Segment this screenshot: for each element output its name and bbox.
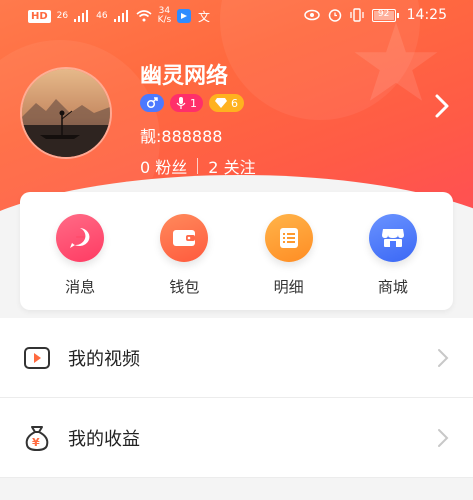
eye-icon <box>303 9 320 21</box>
stats-row: 0 粉丝 2 关注 <box>140 154 256 178</box>
wifi-icon <box>136 10 152 22</box>
chevron-right-icon <box>438 428 449 447</box>
diamond-icon <box>215 98 227 108</box>
battery-indicator: 92 <box>371 8 399 22</box>
video-icon <box>24 346 50 369</box>
action-detail[interactable]: 明细 <box>237 192 341 310</box>
pretty-id: 靓:888888 <box>140 127 223 146</box>
menu-list: 我的视频 ¥ 我的收益 <box>0 318 473 478</box>
shop-icon <box>368 214 417 262</box>
menu-item-my-videos[interactable]: 我的视频 <box>0 318 473 398</box>
username: 幽灵网络 <box>140 64 229 89</box>
stats-divider <box>197 158 199 174</box>
menu-item-my-earnings[interactable]: ¥ 我的收益 <box>0 398 473 478</box>
signal-icon <box>74 10 89 22</box>
male-icon <box>146 97 158 109</box>
svg-text:¥: ¥ <box>32 436 40 449</box>
app-notification-icon <box>177 9 192 23</box>
level-badge: 1 <box>170 94 203 112</box>
avatar-image <box>22 69 110 157</box>
detail-icon <box>264 214 313 262</box>
money-bag-icon: ¥ <box>25 425 49 451</box>
svg-text:文: 文 <box>198 9 210 23</box>
profile-screen: HD 26 46 34 K/s 文 92 14:25 幽灵网络 1 6 靓:88… <box>0 0 473 500</box>
action-message[interactable]: 消息 <box>28 192 132 310</box>
chevron-right-icon <box>438 348 449 367</box>
wealth-badge: 6 <box>209 94 244 112</box>
translate-icon: 文 <box>198 9 210 23</box>
follow-stat[interactable]: 2 关注 <box>208 154 255 178</box>
action-shop[interactable]: 商城 <box>341 192 445 310</box>
network-2-label: 46 <box>96 11 108 21</box>
profile-chevron-right-icon[interactable] <box>433 93 451 119</box>
gender-badge <box>140 94 164 112</box>
fans-stat[interactable]: 0 粉丝 <box>140 154 187 178</box>
message-icon <box>56 214 105 262</box>
vibrate-icon <box>349 8 364 22</box>
network-1-label: 26 <box>56 11 69 21</box>
quick-actions-card: 消息 钱包 明细 商城 <box>20 192 453 310</box>
signal-icon <box>113 10 128 22</box>
microphone-icon <box>176 97 186 109</box>
network-speed: 34 K/s <box>157 6 172 25</box>
status-bar: HD 26 46 34 K/s 文 92 14:25 <box>0 0 473 34</box>
alarm-icon <box>328 9 341 22</box>
avatar[interactable] <box>20 67 112 159</box>
clock: 14:25 <box>406 7 447 23</box>
badge-row: 1 6 <box>140 94 244 112</box>
wallet-icon <box>160 214 209 262</box>
hd-badge: HD <box>28 9 51 23</box>
action-wallet[interactable]: 钱包 <box>132 192 236 310</box>
